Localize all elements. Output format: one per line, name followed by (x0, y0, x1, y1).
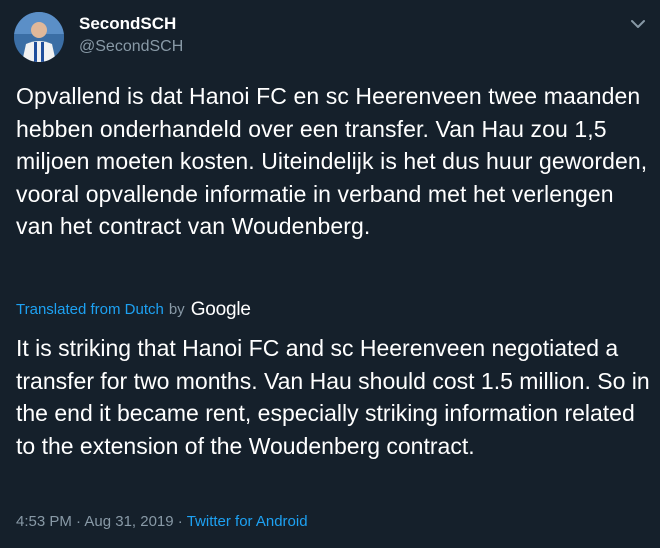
author-handle[interactable]: @SecondSCH (79, 37, 183, 57)
translated-from-link[interactable]: Translated from Dutch (16, 298, 164, 322)
chevron-down-icon[interactable] (627, 14, 649, 34)
tweet-text: Opvallend is dat Hanoi FC en sc Heerenve… (16, 83, 648, 239)
translation-by-label: by (168, 301, 185, 318)
translation-attribution: Translated from Dutch by Google (16, 298, 251, 322)
tweet-meta: 4:53 PM · Aug 31, 2019 · Twitter for And… (16, 512, 308, 532)
author-name[interactable]: SecondSCH (79, 14, 176, 34)
tweet-card: SecondSCH @SecondSCH Opvallend is dat Ha… (0, 0, 660, 548)
google-logo: Google (190, 299, 251, 320)
avatar[interactable] (14, 12, 64, 62)
translated-text: It is striking that Hanoi FC and sc Heer… (16, 335, 650, 459)
source-link[interactable]: Twitter for Android (187, 513, 308, 530)
timestamp[interactable]: 4:53 PM · Aug 31, 2019 · (16, 513, 183, 530)
